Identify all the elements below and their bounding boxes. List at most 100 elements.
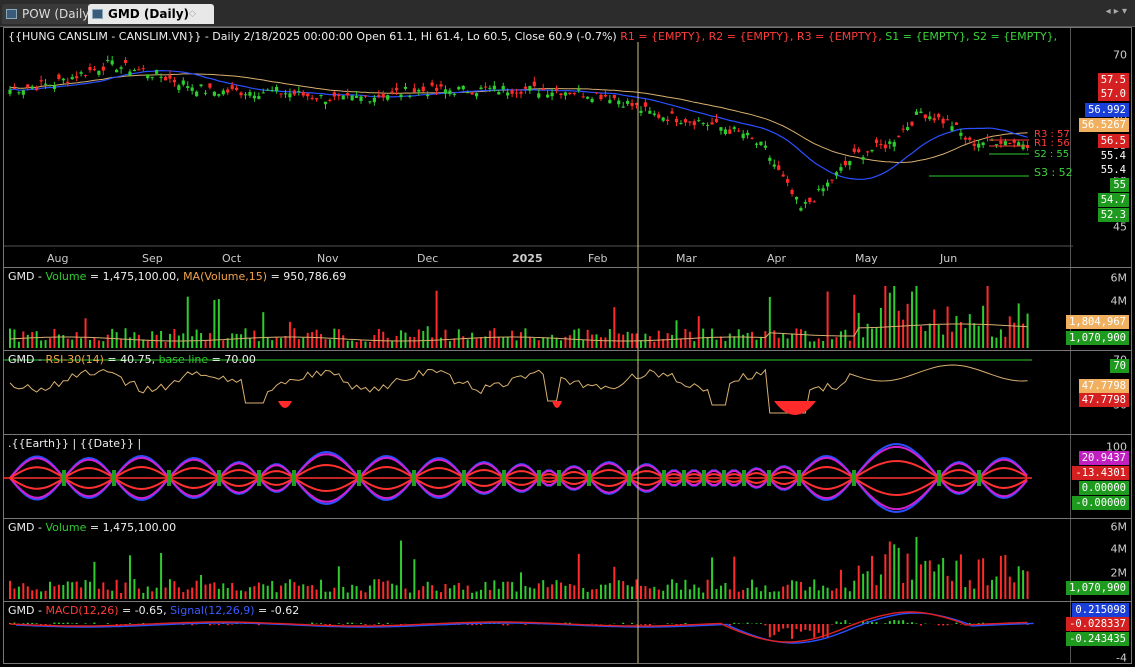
macd-histogram-bar [360, 623, 363, 624]
volume-bar [648, 588, 651, 599]
macd-histogram-bar [324, 624, 327, 625]
candle-body [297, 91, 301, 93]
price-chart[interactable] [4, 28, 1132, 268]
volume-bar [177, 587, 180, 599]
volume-bar [373, 579, 376, 599]
candle-body [88, 67, 92, 71]
macd-histogram-bar [782, 624, 785, 629]
volume-bar [84, 580, 87, 599]
macd-histogram-bar [733, 622, 736, 624]
volume-bar [146, 586, 149, 599]
candle-body [199, 84, 203, 87]
volume-bar [493, 580, 496, 599]
macd-histogram-bar [893, 619, 896, 624]
volume-bar [342, 335, 345, 348]
macd-histogram-bar [835, 621, 838, 624]
price-axis[interactable]: 70656055504557.557.056.99256.526756.555.… [1070, 28, 1131, 267]
volume-pane[interactable]: GMD - Volume = 1,475,100.00, MA(Volume,1… [3, 267, 1132, 351]
macd-histogram-bar [311, 622, 314, 624]
month-label: Feb [588, 252, 608, 265]
volume-bar [266, 585, 269, 599]
rsi-axis[interactable]: 70307047.779847.7798 [1070, 351, 1131, 434]
volume-bar [737, 329, 740, 348]
volume-bar [777, 337, 780, 348]
volume-bar [271, 580, 274, 599]
macd-histogram-bar [648, 624, 651, 626]
macd-histogram-bar [768, 624, 771, 638]
earth-axis[interactable]: 100 20.9437 -13.4301 0.00000 -0.00000 [1070, 435, 1131, 518]
volume-bar [248, 338, 251, 348]
volume-bar [31, 590, 34, 599]
candle-body [239, 92, 243, 96]
volume-bar [426, 326, 429, 348]
candle-body [137, 69, 141, 71]
price-pane[interactable]: {{HUNG CANSLIM - CANSLIM.VN}} - Daily 2/… [3, 27, 1132, 268]
month-label: Oct [222, 252, 242, 265]
volume-bar [546, 337, 549, 348]
volume-bar [693, 584, 696, 599]
volume-bar [924, 560, 927, 599]
candle-body [528, 86, 532, 91]
month-label: Aug [47, 252, 69, 265]
volume-bar [484, 336, 487, 348]
volume-bar [715, 589, 718, 599]
chart-area[interactable]: {{HUNG CANSLIM - CANSLIM.VN}} - Daily 2/… [0, 27, 1135, 667]
volume-bar [360, 339, 363, 348]
macd-histogram-bar [942, 624, 945, 626]
candle-body [8, 89, 12, 94]
candle-body [666, 119, 670, 122]
tab-scroll-icon[interactable]: ◂ ▸ ▾ [1106, 6, 1127, 17]
candle-body [1003, 141, 1007, 146]
volume2-pane[interactable]: GMD - Volume = 1,475,100.00 6M 4M 2M 1,070,… [3, 518, 1132, 602]
volume-bar [964, 328, 967, 348]
volume-bar [711, 557, 714, 599]
volume-bar [448, 588, 451, 599]
volume-bar [528, 336, 531, 348]
volume-bar [182, 592, 185, 599]
volume-bar [368, 341, 371, 348]
rsi-pane[interactable]: GMD - RSI-30(14) = 40.75, base line = 70… [3, 350, 1132, 435]
volume-bar [502, 337, 505, 348]
volume-bar [275, 337, 278, 348]
earth-node-marker [682, 470, 686, 486]
macd-axis[interactable]: -4 0.215098 -0.028337 -0.243435 [1066, 602, 1131, 663]
volume-bar [120, 338, 123, 348]
earth-chart[interactable] [4, 435, 1132, 519]
volume2-axis[interactable]: 6M 4M 2M 1,070,900 [1066, 519, 1131, 601]
candle-body [17, 92, 21, 94]
volume-bar [857, 312, 860, 348]
macd-histogram-bar [666, 623, 669, 624]
volume-bar [80, 587, 83, 599]
volume-bar [999, 555, 1002, 599]
macd-histogram-bar [506, 624, 509, 626]
earth-pane[interactable]: .{{Earth}} | {{Date}} | 100 20.9437 -13.43… [3, 434, 1132, 519]
volume-bar [102, 341, 105, 348]
volume-bar [413, 559, 416, 599]
volume-bar [417, 590, 420, 599]
macd-histogram-bar [480, 624, 483, 625]
earth-node-marker [767, 470, 771, 486]
close-tab-icon[interactable]: ◇ [189, 9, 196, 19]
volume-bar [297, 339, 300, 348]
macd-pane[interactable]: GMD - MACD(12,26) = -0.65, Signal(12,26,… [3, 601, 1132, 664]
volume-bar [582, 339, 585, 348]
volume-bar [604, 584, 607, 599]
volume-bar [275, 592, 278, 599]
candle-body [168, 75, 172, 79]
volume-bar [520, 572, 522, 599]
candle-body [159, 76, 163, 78]
volume-bar [155, 587, 158, 599]
volume-axis[interactable]: 6M 4M 1,804,967 1,070,900 [1066, 268, 1131, 350]
volume-bar [808, 341, 811, 348]
candle-body [92, 69, 97, 71]
macd-histogram-bar [746, 622, 749, 624]
volume-bar [995, 337, 998, 348]
volume-bar [942, 334, 945, 348]
volume-bar [515, 591, 518, 599]
candle-body [186, 86, 190, 89]
volume-bar [999, 329, 1002, 348]
earth-node-marker [937, 470, 941, 486]
earth-node-marker [257, 470, 261, 486]
macd-histogram-bar [755, 623, 758, 624]
volume-bar [724, 341, 727, 348]
